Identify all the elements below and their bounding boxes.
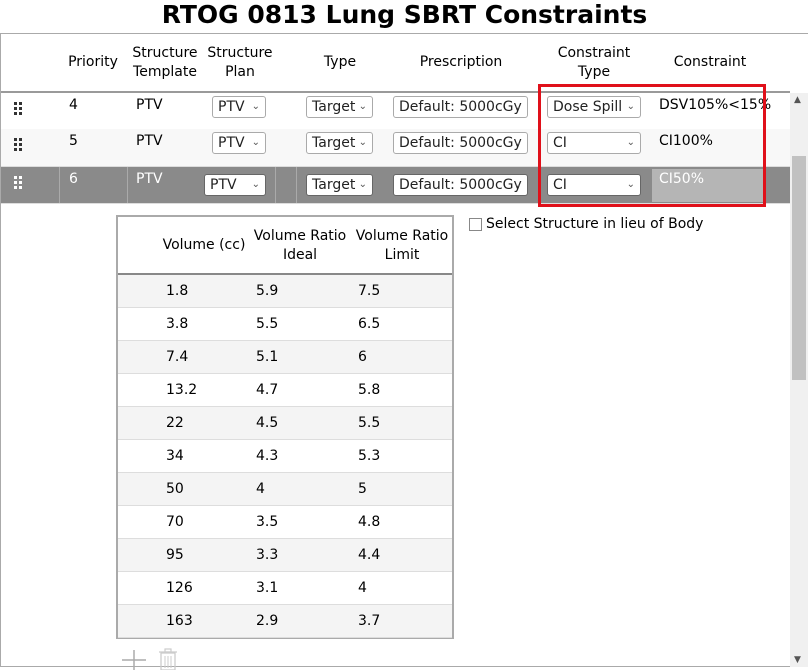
chevron-down-icon: ⌄ bbox=[251, 179, 260, 190]
volume-ratio-table: Volume (cc) Volume Ratio Ideal Volume Rat… bbox=[116, 215, 454, 639]
ratio-limit-value: 5.5 bbox=[358, 415, 381, 431]
scroll-up-icon[interactable]: ▲ bbox=[794, 95, 801, 105]
header-volume: Volume (cc) bbox=[162, 237, 246, 253]
volume-value: 13.2 bbox=[166, 382, 198, 398]
header-structure-template: Structure Template bbox=[132, 45, 198, 80]
scroll-down-icon[interactable]: ▼ bbox=[794, 655, 801, 665]
structure-template-value: PTV bbox=[136, 97, 163, 113]
header-structure-plan: Structure Plan bbox=[207, 45, 273, 80]
chevron-down-icon: ⌄ bbox=[513, 101, 522, 112]
volume-value: 7.4 bbox=[166, 349, 189, 365]
volume-value: 50 bbox=[166, 481, 184, 497]
header-priority: Priority bbox=[68, 54, 118, 70]
table-row[interactable]: 34 4.3 5.3 bbox=[118, 440, 452, 473]
chevron-down-icon: ⌄ bbox=[358, 179, 367, 190]
ratio-ideal-value: 3.1 bbox=[256, 580, 279, 596]
structure-plan-select[interactable]: PTV ⌄ bbox=[212, 132, 266, 154]
ratio-limit-value: 6.5 bbox=[358, 316, 381, 332]
ratio-ideal-value: 2.9 bbox=[256, 613, 279, 629]
ratio-ideal-value: 5.9 bbox=[256, 283, 279, 299]
prescription-select[interactable]: Default: 5000cGy ⌄ bbox=[393, 96, 528, 118]
ratio-limit-value: 7.5 bbox=[358, 283, 381, 299]
ratio-limit-value: 6 bbox=[358, 349, 367, 365]
chevron-down-icon: ⌄ bbox=[513, 179, 522, 190]
volume-value: 70 bbox=[166, 514, 184, 530]
volume-value: 163 bbox=[166, 613, 193, 629]
highlight-box bbox=[538, 84, 766, 207]
table-row[interactable]: 95 3.3 4.4 bbox=[118, 539, 452, 572]
header-ratio-ideal: Volume Ratio Ideal bbox=[253, 228, 347, 263]
column-divider bbox=[296, 167, 297, 203]
table-row[interactable]: 126 3.1 4 bbox=[118, 572, 452, 605]
header-type: Type bbox=[323, 54, 357, 70]
drag-handle-icon[interactable] bbox=[14, 138, 22, 152]
ratio-ideal-value: 4.5 bbox=[256, 415, 279, 431]
priority-value: 4 bbox=[69, 97, 78, 113]
drag-handle-icon[interactable] bbox=[14, 176, 22, 190]
ratio-ideal-value: 5.1 bbox=[256, 349, 279, 365]
table-row[interactable]: 1.8 5.9 7.5 bbox=[118, 275, 452, 308]
volume-value: 95 bbox=[166, 547, 184, 563]
table-row[interactable]: 13.2 4.7 5.8 bbox=[118, 374, 452, 407]
ratio-limit-value: 4.4 bbox=[358, 547, 381, 563]
chevron-down-icon: ⌄ bbox=[358, 137, 367, 148]
volume-value: 34 bbox=[166, 448, 184, 464]
table-row[interactable]: 50 4 5 bbox=[118, 473, 452, 506]
volume-value: 3.8 bbox=[166, 316, 189, 332]
priority-value: 5 bbox=[69, 133, 78, 149]
column-divider bbox=[127, 167, 128, 203]
table-header: Priority Structure Template Structure Plan… bbox=[1, 34, 790, 91]
type-select[interactable]: Target ⌄ bbox=[306, 174, 373, 196]
scrollbar-thumb[interactable] bbox=[792, 156, 806, 380]
header-constraint-type: Constraint Type bbox=[557, 45, 631, 80]
vertical-scrollbar[interactable]: ▲ ▼ bbox=[790, 93, 808, 667]
ratio-limit-value: 5.3 bbox=[358, 448, 381, 464]
column-divider bbox=[59, 167, 60, 203]
ratio-ideal-value: 3.5 bbox=[256, 514, 279, 530]
structure-template-value: PTV bbox=[136, 171, 163, 187]
add-icon[interactable] bbox=[122, 650, 146, 670]
ratio-limit-value: 5.8 bbox=[358, 382, 381, 398]
structure-plan-select[interactable]: PTV ⌄ bbox=[204, 174, 266, 196]
type-select[interactable]: Target ⌄ bbox=[306, 96, 373, 118]
chevron-down-icon: ⌄ bbox=[251, 101, 260, 112]
header-constraint: Constraint bbox=[673, 54, 747, 70]
select-structure-checkbox[interactable] bbox=[469, 218, 482, 231]
chevron-down-icon: ⌄ bbox=[513, 137, 522, 148]
select-structure-label: Select Structure in lieu of Body bbox=[486, 216, 704, 232]
ratio-ideal-value: 3.3 bbox=[256, 547, 279, 563]
ratio-limit-value: 4 bbox=[358, 580, 367, 596]
structure-plan-select[interactable]: PTV ⌄ bbox=[212, 96, 266, 118]
type-select[interactable]: Target ⌄ bbox=[306, 132, 373, 154]
ratio-ideal-value: 4.3 bbox=[256, 448, 279, 464]
header-prescription: Prescription bbox=[419, 54, 503, 70]
chevron-down-icon: ⌄ bbox=[251, 137, 260, 148]
volume-ratio-header: Volume (cc) Volume Ratio Ideal Volume Rat… bbox=[118, 217, 452, 275]
trash-icon[interactable] bbox=[158, 648, 178, 670]
chevron-down-icon: ⌄ bbox=[358, 101, 367, 112]
table-row[interactable]: 7.4 5.1 6 bbox=[118, 341, 452, 374]
ratio-ideal-value: 4.7 bbox=[256, 382, 279, 398]
prescription-select[interactable]: Default: 5000cGy ⌄ bbox=[393, 174, 528, 196]
table-row[interactable]: 163 2.9 3.7 bbox=[118, 605, 452, 638]
prescription-select[interactable]: Default: 5000cGy ⌄ bbox=[393, 132, 528, 154]
priority-value: 6 bbox=[69, 171, 78, 187]
ratio-limit-value: 5 bbox=[358, 481, 367, 497]
structure-template-value: PTV bbox=[136, 133, 163, 149]
table-row[interactable]: 70 3.5 4.8 bbox=[118, 506, 452, 539]
volume-value: 22 bbox=[166, 415, 184, 431]
page-title: RTOG 0813 Lung SBRT Constraints bbox=[161, 0, 648, 29]
table-row[interactable]: 3.8 5.5 6.5 bbox=[118, 308, 452, 341]
drag-handle-icon[interactable] bbox=[14, 102, 22, 116]
ratio-limit-value: 4.8 bbox=[358, 514, 381, 530]
column-divider bbox=[275, 167, 276, 203]
table-row[interactable]: 22 4.5 5.5 bbox=[118, 407, 452, 440]
volume-value: 1.8 bbox=[166, 283, 189, 299]
ratio-ideal-value: 4 bbox=[256, 481, 265, 497]
header-ratio-limit: Volume Ratio Limit bbox=[355, 228, 449, 263]
volume-value: 126 bbox=[166, 580, 193, 596]
ratio-limit-value: 3.7 bbox=[358, 613, 381, 629]
ratio-ideal-value: 5.5 bbox=[256, 316, 279, 332]
